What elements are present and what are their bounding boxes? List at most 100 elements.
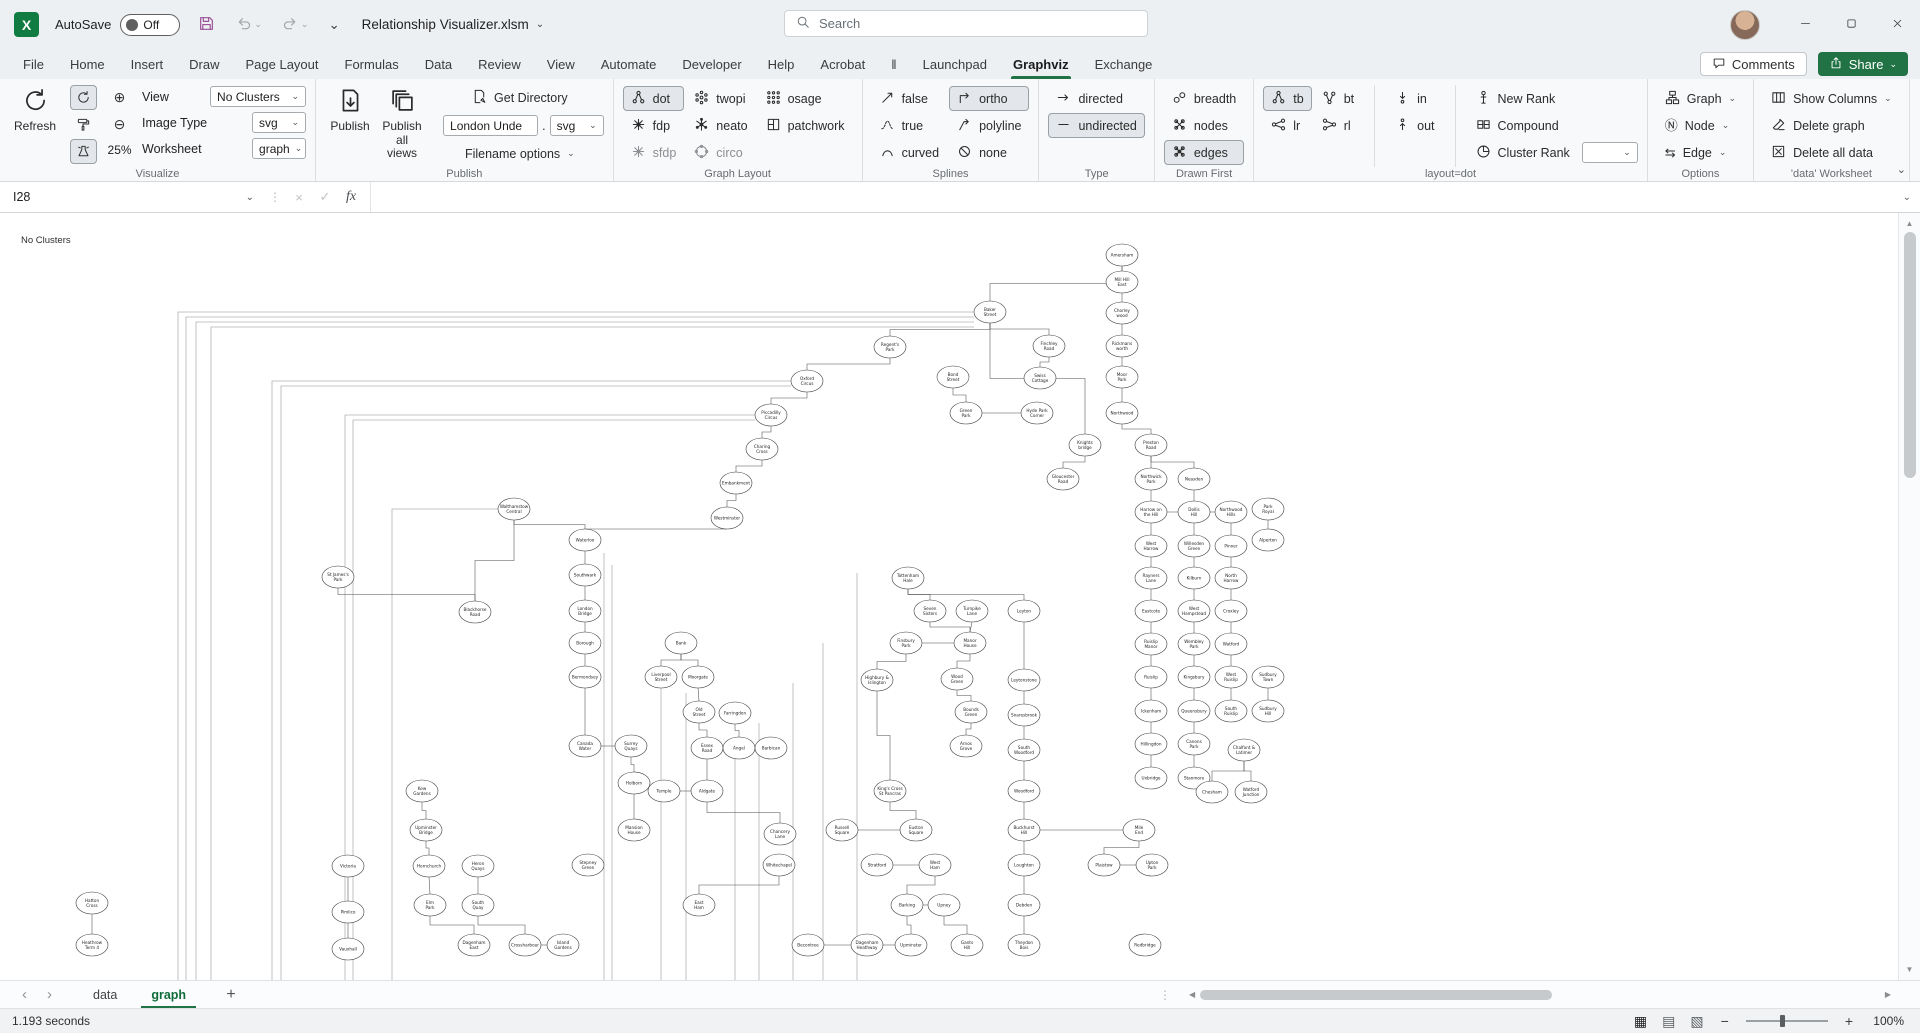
ribbon-button-tb[interactable]: tb xyxy=(1263,86,1311,111)
tab-[interactable]: ‖ xyxy=(878,49,909,79)
ribbon-button-graph[interactable]: Graph⌄ xyxy=(1657,86,1744,111)
refresh-small-icon[interactable] xyxy=(70,85,97,110)
tab-file[interactable]: File xyxy=(10,49,57,79)
tab-draw[interactable]: Draw xyxy=(176,49,232,79)
zoom-in-button[interactable]: + xyxy=(1843,1013,1855,1029)
ribbon-button-none[interactable]: none xyxy=(949,140,1029,165)
ribbon-button-rl[interactable]: rl xyxy=(1314,113,1362,138)
cluster-rank-select[interactable]: ⌄ xyxy=(1582,142,1638,163)
ribbon-button-nodes[interactable]: nodes xyxy=(1164,113,1244,138)
confirm-entry-button[interactable]: ✓ xyxy=(312,182,338,212)
ribbon-button-osage[interactable]: osage xyxy=(758,86,853,111)
ribbon-button-curved[interactable]: curved xyxy=(872,140,948,165)
zoom-out-icon[interactable]: ⊖ xyxy=(106,112,133,137)
ribbon-button-breadth[interactable]: breadth xyxy=(1164,86,1244,111)
ribbon-button-lr[interactable]: lr xyxy=(1263,113,1311,138)
search-input[interactable]: Search xyxy=(784,10,1148,37)
tab-graphviz[interactable]: Graphviz xyxy=(1000,49,1082,79)
save-button[interactable] xyxy=(196,13,217,37)
page-break-view-button[interactable]: ▧ xyxy=(1690,1013,1703,1030)
view-select[interactable]: No Clusters⌄ xyxy=(210,86,306,107)
formula-bar-expand-button[interactable]: ⌄ xyxy=(1903,192,1911,203)
ribbon-button-fdp[interactable]: fdp xyxy=(623,113,685,138)
scroll-right-icon[interactable]: ▶ xyxy=(1880,990,1896,999)
ribbon-button-twopi[interactable]: twopi xyxy=(686,86,755,111)
zoom-slider[interactable] xyxy=(1746,1014,1828,1028)
formula-input[interactable] xyxy=(370,182,1920,212)
tab-help[interactable]: Help xyxy=(755,49,808,79)
zoom-level-label[interactable]: 25% xyxy=(106,139,133,157)
ribbon-collapse-button[interactable]: ⌄ xyxy=(1891,162,1912,177)
ribbon-button-directed[interactable]: directed xyxy=(1048,86,1144,111)
flask-icon[interactable] xyxy=(70,139,97,164)
ribbon-button-compound[interactable]: Compound xyxy=(1468,113,1638,138)
tab-developer[interactable]: Developer xyxy=(669,49,754,79)
tab-launchpad[interactable]: Launchpad xyxy=(910,49,1000,79)
normal-view-button[interactable]: ▦ xyxy=(1634,1013,1647,1030)
ribbon-button-node[interactable]: ⓃNode⌄ xyxy=(1657,113,1744,138)
zoom-percentage[interactable]: 100% xyxy=(1870,1014,1904,1028)
ribbon-button-out[interactable]: out xyxy=(1387,113,1442,138)
vertical-scrollbar-thumb[interactable] xyxy=(1904,232,1916,478)
ribbon-button-ortho[interactable]: ortho xyxy=(949,86,1029,111)
worksheet-select[interactable]: graph⌄ xyxy=(252,138,306,159)
graph-canvas[interactable]: No Clusters BakerStreetRegent'sParkOxfor… xyxy=(0,213,1920,980)
scroll-up-icon[interactable]: ▲ xyxy=(1906,213,1914,232)
quick-access-customize-button[interactable]: ⌄ xyxy=(326,15,341,35)
ribbon-button-circo[interactable]: circo xyxy=(686,140,755,165)
zoom-slider-thumb[interactable] xyxy=(1780,1015,1785,1027)
publish-format-select[interactable]: svg⌄ xyxy=(550,115,604,136)
document-title[interactable]: Relationship Visualizer.xlsm ⌄ xyxy=(362,17,544,32)
scroll-down-icon[interactable]: ▼ xyxy=(1906,961,1914,980)
sheet-nav-right[interactable]: › xyxy=(37,987,62,1002)
ribbon-button-neato[interactable]: neato xyxy=(686,113,755,138)
share-button[interactable]: Share ⌄ xyxy=(1818,52,1908,76)
ribbon-button-filename-options[interactable]: Filename options⌄ xyxy=(457,141,583,166)
autosave-toggle[interactable]: Off xyxy=(120,14,180,36)
tab-home[interactable]: Home xyxy=(57,49,118,79)
avatar[interactable] xyxy=(1730,10,1760,40)
name-box[interactable]: I28 ⌄ xyxy=(0,182,264,212)
ribbon-button-edges[interactable]: edges xyxy=(1164,140,1244,165)
tab-exchange[interactable]: Exchange xyxy=(1082,49,1166,79)
ribbon-button-sfdp[interactable]: sfdp xyxy=(623,140,685,165)
cancel-entry-button[interactable]: × xyxy=(286,182,312,212)
ribbon-button-new-rank[interactable]: New Rank xyxy=(1468,86,1638,111)
ribbon-button-true[interactable]: true xyxy=(872,113,948,138)
ribbon-button-show-columns[interactable]: Show Columns⌄ xyxy=(1763,86,1900,111)
ribbon-button-false[interactable]: false xyxy=(872,86,948,111)
tab-automate[interactable]: Automate xyxy=(588,49,670,79)
scrollbar-split-handle[interactable]: ⋮ xyxy=(1154,988,1176,1002)
tab-data[interactable]: Data xyxy=(412,49,465,79)
excel-logo-icon[interactable]: X xyxy=(14,12,39,37)
roller-icon[interactable] xyxy=(70,112,97,137)
sheet-tab-data[interactable]: data xyxy=(76,981,134,1008)
ribbon-button-refresh[interactable]: Refresh xyxy=(9,83,61,166)
sheet-tab-graph[interactable]: graph xyxy=(134,981,203,1008)
vertical-scrollbar[interactable]: ▲ ▼ xyxy=(1898,213,1920,980)
tab-formulas[interactable]: Formulas xyxy=(332,49,412,79)
tab-page-layout[interactable]: Page Layout xyxy=(233,49,332,79)
ribbon-button-undirected[interactable]: undirected xyxy=(1048,113,1144,138)
page-layout-view-button[interactable]: ▤ xyxy=(1662,1013,1675,1030)
image-type-select[interactable]: svg⌄ xyxy=(252,112,306,133)
ribbon-button-delete-all-data[interactable]: Delete all data xyxy=(1763,140,1900,165)
undo-button[interactable]: ⌄ xyxy=(233,13,264,37)
sheet-nav-left[interactable]: ‹ xyxy=(12,987,37,1002)
redo-button[interactable]: ⌄ xyxy=(280,13,311,37)
tab-insert[interactable]: Insert xyxy=(118,49,177,79)
zoom-out-button[interactable]: − xyxy=(1719,1013,1731,1029)
close-button[interactable] xyxy=(1874,0,1920,49)
tab-view[interactable]: View xyxy=(534,49,588,79)
ribbon-button-edge[interactable]: ⇆Edge⌄ xyxy=(1657,140,1744,165)
horizontal-scrollbar[interactable]: ◀ ▶ xyxy=(1184,990,1896,1000)
minimize-button[interactable] xyxy=(1782,0,1828,49)
scroll-left-icon[interactable]: ◀ xyxy=(1184,990,1200,999)
ribbon-button-get-directory[interactable]: Get Directory xyxy=(464,85,576,110)
zoom-in-icon[interactable]: ⊕ xyxy=(106,85,133,110)
tab-acrobat[interactable]: Acrobat xyxy=(807,49,878,79)
publish-filename-input[interactable]: London Unde xyxy=(443,115,538,136)
maximize-button[interactable] xyxy=(1828,0,1874,49)
add-sheet-button[interactable]: + xyxy=(219,984,243,1006)
ribbon-button-polyline[interactable]: polyline xyxy=(949,113,1029,138)
